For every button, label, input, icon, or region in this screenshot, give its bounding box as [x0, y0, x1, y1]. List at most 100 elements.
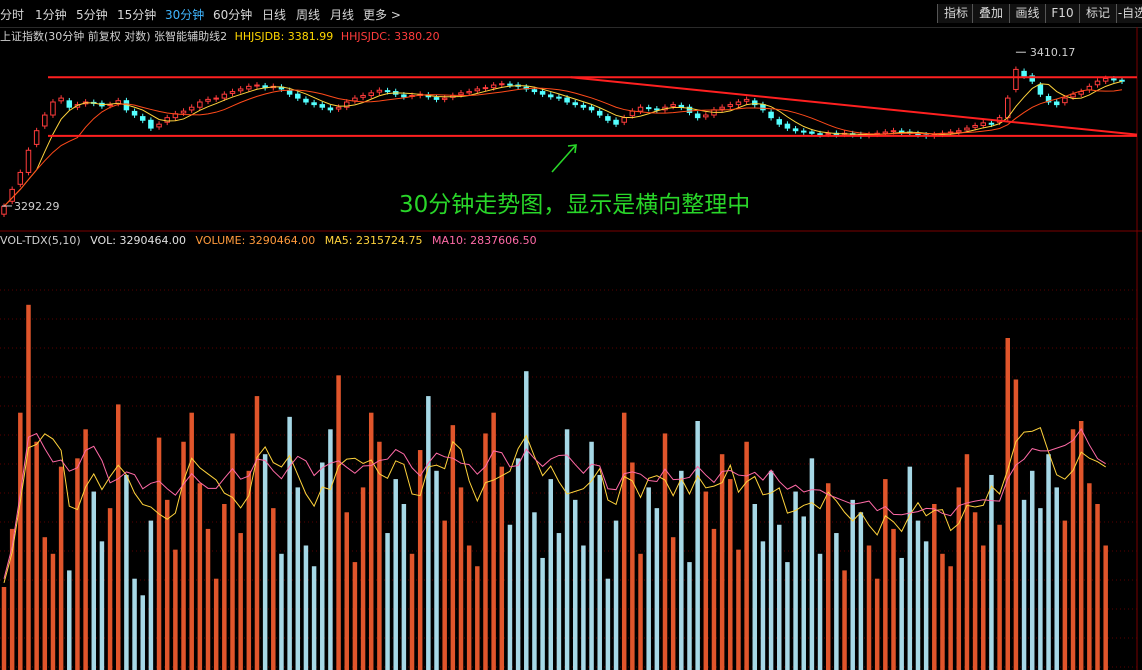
candle-body — [376, 89, 383, 93]
volume-bar — [254, 396, 260, 670]
volume-bar — [556, 533, 562, 670]
volume-bar — [793, 491, 798, 670]
volume-bar — [605, 578, 611, 670]
volume-bar — [91, 491, 97, 670]
volume-bar — [271, 508, 276, 670]
candle-body — [890, 130, 897, 133]
volume-bar — [907, 466, 913, 670]
volume-bar — [597, 474, 602, 670]
candle-body — [213, 97, 219, 100]
candle-body — [1021, 70, 1027, 77]
candle-body — [735, 101, 742, 106]
volume-bar — [711, 528, 717, 670]
volume-bar — [344, 512, 349, 670]
volume-bar — [572, 499, 578, 670]
volume-bar — [621, 412, 627, 670]
candle-body — [50, 101, 56, 116]
volume-bar — [866, 545, 872, 670]
volume-bar — [997, 524, 1002, 670]
annotation-text: 30分钟走势图，显示是横向整理中 — [399, 192, 750, 218]
candle-body — [556, 96, 562, 99]
candle-body — [490, 84, 497, 89]
volume-bar — [1013, 379, 1019, 670]
candle-body — [368, 92, 374, 96]
candle-body — [303, 98, 309, 103]
volume-bar — [507, 524, 513, 670]
volume-bar — [368, 412, 374, 670]
volume-bar — [1103, 545, 1108, 670]
candle-body — [42, 114, 48, 127]
candle-body — [139, 116, 146, 121]
candle-body — [817, 133, 823, 136]
volume-bar — [1038, 508, 1043, 670]
candle-body — [474, 88, 481, 92]
volume-bar — [768, 470, 774, 670]
volume-bar — [458, 487, 464, 670]
volume-bar — [124, 474, 129, 670]
candle-body — [499, 83, 505, 86]
candle-body — [441, 97, 448, 100]
volume-bar — [728, 479, 733, 670]
volume-bar — [548, 479, 554, 670]
volume-bar — [915, 520, 921, 670]
candle-body — [743, 98, 750, 102]
volume-bar — [164, 499, 170, 670]
volume-bar — [385, 533, 390, 670]
candle-body — [1094, 80, 1101, 86]
price-ma10-line — [3, 87, 1123, 207]
candle-body — [327, 107, 334, 111]
volume-bar — [75, 458, 80, 670]
volume-bar — [752, 504, 758, 670]
candle-body — [1, 205, 7, 215]
candle-body — [1053, 101, 1060, 106]
volume-bar — [1021, 499, 1027, 670]
price-ma5-line — [3, 80, 1123, 207]
candle-body — [792, 128, 799, 132]
volume-bar — [948, 566, 953, 670]
volume-bar — [834, 533, 839, 670]
volume-bar — [156, 437, 162, 670]
candle-body — [956, 130, 962, 133]
candle-body — [33, 130, 40, 145]
volume-bar — [140, 595, 145, 670]
volume-bar — [1, 587, 7, 670]
volume-bar — [532, 512, 537, 670]
chart-canvas[interactable]: 3410.17 3292.29 30分钟走势图，显示是横向整理中 — [0, 0, 1142, 670]
candle-body — [825, 132, 831, 135]
candle-body — [539, 91, 546, 95]
volume-bar — [116, 404, 121, 670]
candle-body — [637, 106, 644, 112]
candle-body — [237, 88, 244, 92]
volume-bar — [50, 553, 56, 670]
candle-body — [384, 90, 391, 93]
candle-body — [972, 124, 978, 128]
volume-bar — [1054, 487, 1059, 670]
candle-body — [197, 101, 203, 108]
candle-body — [433, 97, 440, 100]
candle-body — [458, 92, 464, 96]
candle-body — [131, 110, 138, 116]
volume-bar — [760, 541, 766, 670]
candle-body — [800, 130, 807, 133]
candle-body — [1037, 84, 1044, 95]
candle-body — [703, 114, 709, 118]
candle-body — [25, 149, 32, 173]
volume-bar — [940, 553, 945, 670]
candle-body — [809, 131, 815, 134]
candle-body — [564, 97, 570, 103]
candle-body — [188, 106, 195, 111]
volume-bar — [1087, 483, 1092, 670]
volume-bar — [964, 454, 970, 670]
volume-bar — [352, 562, 358, 670]
volume-bar — [719, 454, 725, 670]
candle-body — [654, 108, 660, 111]
candle-body — [482, 87, 489, 90]
volume-bar — [262, 454, 268, 670]
candle-body — [694, 113, 701, 119]
volume-bar — [989, 474, 994, 670]
volume-bar — [132, 578, 137, 670]
volume-bar — [222, 504, 227, 670]
annotation-arrow — [551, 144, 577, 173]
candle-body — [66, 100, 73, 108]
candle-body — [1111, 78, 1117, 81]
